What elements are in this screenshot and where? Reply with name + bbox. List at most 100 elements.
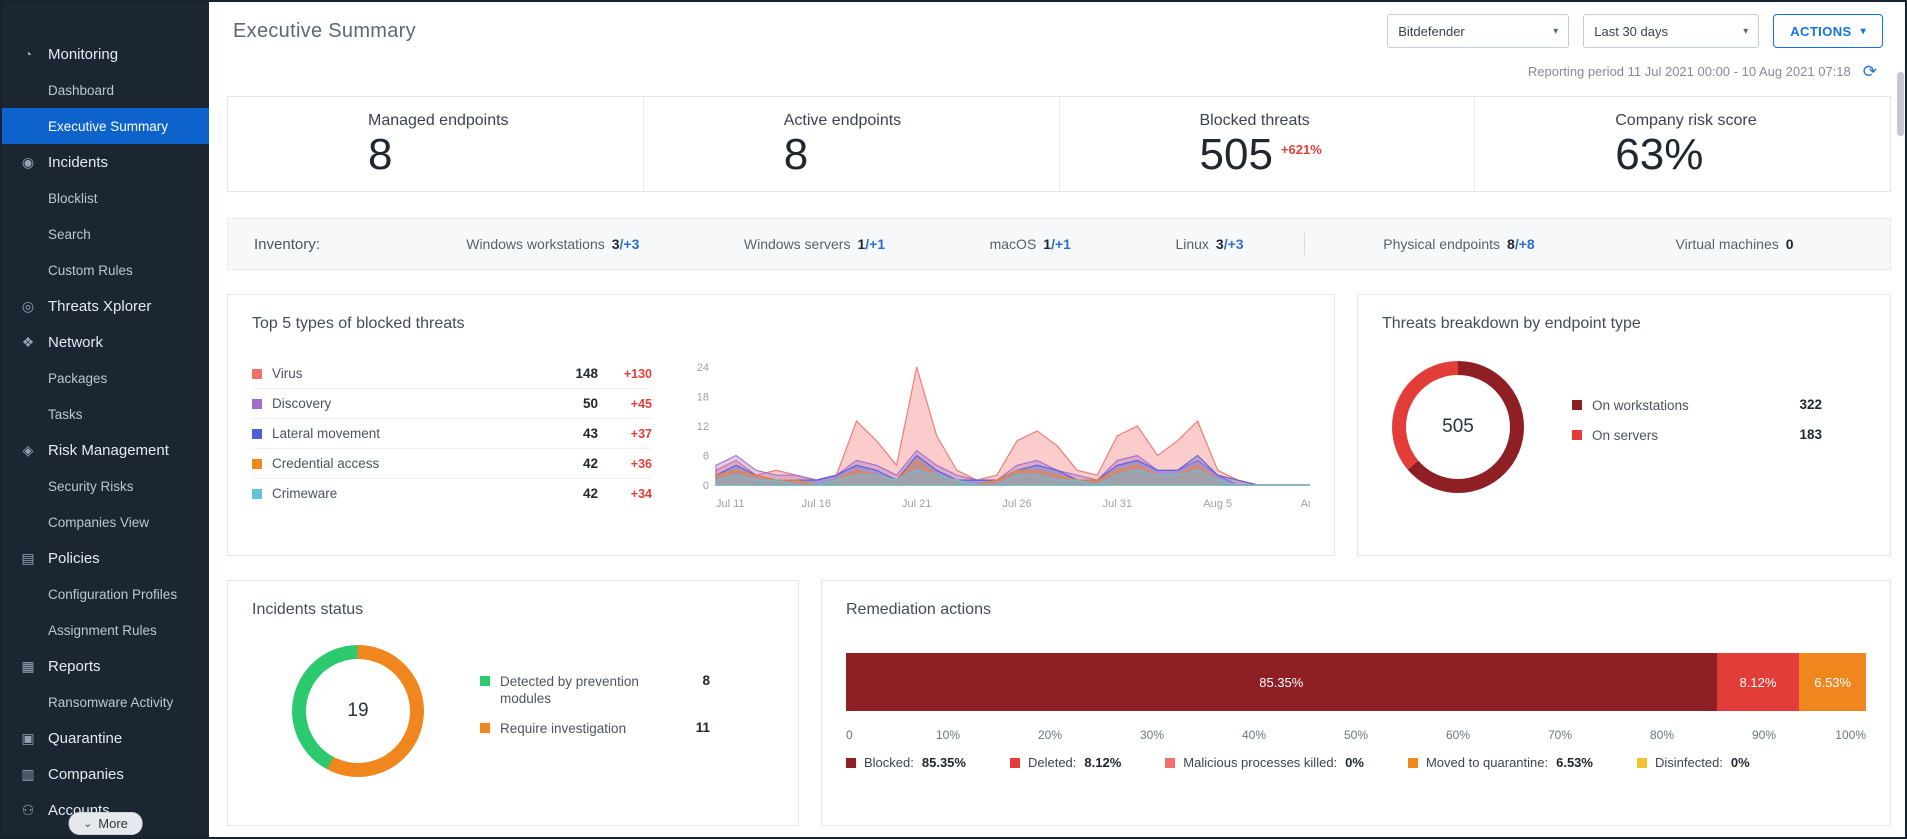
threat-legend-row: Credential access42+36 xyxy=(252,449,652,479)
legend-label: Virus xyxy=(272,366,552,381)
threats-breakdown-body: 505 On workstations322On servers183 xyxy=(1382,361,1866,493)
inventory-item-value: 3 xyxy=(1216,236,1224,252)
remediation-stacked-bar: 85.35%8.12%6.53% xyxy=(846,653,1866,711)
inventory-item-values: 0 xyxy=(1786,236,1794,252)
date-range-select[interactable]: Last 30 days ▾ xyxy=(1583,14,1759,48)
company-select[interactable]: Bitdefender ▾ xyxy=(1387,14,1569,48)
inventory-item-label: Virtual machines xyxy=(1676,236,1779,252)
inventory-item-delta: /+3 xyxy=(1224,236,1244,252)
inventory-os-group: Windows workstations3/+3Windows servers1… xyxy=(414,236,1296,252)
sidebar-item-reports[interactable]: ▦Reports xyxy=(2,648,209,684)
svg-text:Aug 5: Aug 5 xyxy=(1203,498,1232,510)
accounts-icon: ⚇ xyxy=(19,802,37,819)
sidebar-item-risk-management[interactable]: ◈Risk Management xyxy=(2,432,209,468)
reporting-period-row: Reporting period 11 Jul 2021 00:00 - 10 … xyxy=(219,48,1895,82)
legend-value: 42 xyxy=(552,486,598,501)
sidebar-item-policies[interactable]: ▤Policies xyxy=(2,540,209,576)
chevron-down-icon: ▾ xyxy=(1743,26,1748,37)
donut-hole: 505 xyxy=(1406,375,1510,479)
legend-color-swatch xyxy=(252,399,262,409)
legend-delta: +36 xyxy=(598,457,652,471)
sidebar-item-security-risks[interactable]: Security Risks xyxy=(2,468,209,504)
legend-color-swatch xyxy=(1165,758,1175,768)
inventory-item-macos: macOS1/+1 xyxy=(990,236,1071,252)
axis-tick: 0 xyxy=(846,728,853,742)
sidebar-item-custom-rules[interactable]: Custom Rules xyxy=(2,252,209,288)
sidebar-item-companies-view[interactable]: Companies View xyxy=(2,504,209,540)
donut-hole: 19 xyxy=(306,659,410,763)
inventory-item-value: 8 xyxy=(1507,236,1515,252)
segment-label: 8.12% xyxy=(1740,675,1777,690)
header-controls: Bitdefender ▾ Last 30 days ▾ ACTIONS ▾ xyxy=(1387,14,1883,48)
axis-tick: 60% xyxy=(1446,728,1470,742)
inventory-item-linux: Linux 3/+3 xyxy=(1175,236,1243,252)
legend-delta: +37 xyxy=(598,427,652,441)
legend-label: Require investigation xyxy=(500,720,686,738)
more-button[interactable]: ⌄ More xyxy=(68,812,143,835)
legend-value: 322 xyxy=(1799,397,1822,412)
policies-icon: ▤ xyxy=(19,550,37,567)
legend-item-require-investigation: Require investigation 11 xyxy=(480,720,710,738)
legend-label: On servers xyxy=(1592,427,1789,445)
svg-text:Jul 11: Jul 11 xyxy=(716,498,745,510)
svg-text:Jul 26: Jul 26 xyxy=(1002,498,1031,510)
panel-title: Top 5 types of blocked threats xyxy=(252,315,1310,333)
inventory-label: Inventory: xyxy=(254,236,414,253)
legend-delta: +130 xyxy=(598,367,652,381)
legend-color-swatch xyxy=(252,489,262,499)
sidebar-item-quarantine[interactable]: ▣Quarantine xyxy=(2,720,209,756)
panel-title: Remediation actions xyxy=(846,601,1866,619)
stat-value-row: 8 xyxy=(784,133,1059,177)
stat-active-endpoints: Active endpoints 8 xyxy=(644,97,1060,191)
legend-label: Moved to quarantine: xyxy=(1426,755,1548,770)
sidebar-item-dashboard[interactable]: Dashboard xyxy=(2,72,209,108)
remediation-x-axis: 010%20%30%40%50%60%70%80%90%100% xyxy=(846,723,1866,747)
sidebar-item-executive-summary[interactable]: Executive Summary xyxy=(2,108,209,144)
sidebar-item-incidents[interactable]: ◉Incidents xyxy=(2,144,209,180)
legend-color-swatch xyxy=(252,369,262,379)
inventory-item-values: 3/+3 xyxy=(612,236,640,252)
sidebar-item-tasks[interactable]: Tasks xyxy=(2,396,209,432)
inventory-bar: Inventory: Windows workstations3/+3Windo… xyxy=(227,218,1891,270)
sidebar-item-packages[interactable]: Packages xyxy=(2,360,209,396)
quarantine-icon: ▣ xyxy=(19,730,37,747)
sidebar-item-label: Network xyxy=(48,334,103,351)
sidebar-item-configuration-profiles[interactable]: Configuration Profiles xyxy=(2,576,209,612)
threat-legend-row: Virus148+130 xyxy=(252,359,652,389)
sidebar-item-network[interactable]: ❖Network xyxy=(2,324,209,360)
stat-label: Blocked threats xyxy=(1200,112,1475,130)
sidebar-item-threats-xplorer[interactable]: ◎Threats Xplorer xyxy=(2,288,209,324)
scrollbar-thumb[interactable] xyxy=(1897,72,1904,136)
legend-label: Discovery xyxy=(272,396,552,411)
stat-managed-endpoints: Managed endpoints8 xyxy=(228,97,644,191)
svg-text:6: 6 xyxy=(703,451,709,463)
sidebar-item-blocklist[interactable]: Blocklist xyxy=(2,180,209,216)
sidebar-item-label: Risk Management xyxy=(48,442,169,459)
stat-label: Active endpoints xyxy=(784,112,1059,130)
remediation-legend-item-deleted: Deleted: 8.12% xyxy=(1010,755,1121,770)
axis-tick: 50% xyxy=(1344,728,1368,742)
sidebar-item-search[interactable]: Search xyxy=(2,216,209,252)
inventory-item-label: Linux xyxy=(1175,236,1208,252)
inventory-item-windows-servers: Windows servers1/+1 xyxy=(744,236,885,252)
legend-value: 8 xyxy=(702,673,710,688)
chevron-down-icon: ▾ xyxy=(1861,26,1866,37)
axis-tick: 10% xyxy=(936,728,960,742)
sidebar-item-assignment-rules[interactable]: Assignment Rules xyxy=(2,612,209,648)
stat-value-row: 63% xyxy=(1615,133,1890,177)
threats-breakdown-panel: Threats breakdown by endpoint type 505 O… xyxy=(1357,294,1891,556)
incidents-status-panel: Incidents status 19 Detected by preventi… xyxy=(227,580,799,826)
sidebar-item-companies[interactable]: ▥Companies xyxy=(2,756,209,792)
segment-label: 85.35% xyxy=(1259,675,1303,690)
actions-button[interactable]: ACTIONS ▾ xyxy=(1773,14,1883,48)
main-content: Executive Summary Bitdefender ▾ Last 30 … xyxy=(209,2,1905,837)
sidebar-item-ransomware-activity[interactable]: Ransomware Activity xyxy=(2,684,209,720)
svg-text:Aug 10: Aug 10 xyxy=(1301,498,1310,510)
refresh-icon[interactable]: ⟳ xyxy=(1863,63,1877,80)
inventory-endpoint-group: Physical endpoints8/+8Virtual machines0 xyxy=(1313,236,1864,252)
sidebar-item-monitoring[interactable]: ◔Monitoring xyxy=(2,36,209,72)
inventory-item-values: 8/+8 xyxy=(1507,236,1535,252)
legend-color-swatch xyxy=(1572,430,1582,440)
legend-value: 11 xyxy=(696,720,710,735)
app-window: ◔MonitoringDashboardExecutive Summary◉In… xyxy=(0,0,1907,839)
